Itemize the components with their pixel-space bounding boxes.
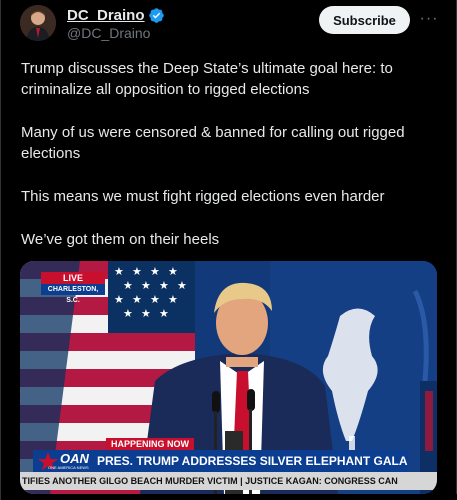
svg-text:★: ★ — [123, 307, 133, 320]
post-paragraph: This means we must fight rigged election… — [21, 188, 385, 205]
post-paragraph: We’ve got them on their heels — [21, 231, 220, 248]
network-name: OAN — [60, 451, 89, 466]
svg-text:★: ★ — [150, 293, 160, 306]
svg-text:★: ★ — [114, 293, 124, 306]
svg-text:★: ★ — [132, 293, 142, 306]
verified-badge-icon — [148, 7, 165, 24]
post-header: DC_Draino @DC_Draino Subscribe ··· — [1, 0, 457, 50]
svg-text:★: ★ — [141, 279, 151, 292]
live-label: LIVE — [41, 272, 105, 284]
post-card: DC_Draino @DC_Draino Subscribe ··· Trump… — [0, 0, 457, 500]
location-label: CHARLESTON, S.C. — [41, 284, 105, 304]
author-name-row[interactable]: DC_Draino — [67, 6, 165, 24]
author-handle[interactable]: @DC_Draino — [67, 25, 150, 41]
chyron-headline: PRES. TRUMP ADDRESSES SILVER ELEPHANT GA… — [93, 450, 408, 472]
network-logo: OAN ONE AMERICA NEWS — [33, 450, 93, 472]
svg-text:★: ★ — [132, 265, 142, 278]
live-badge: LIVE CHARLESTON, S.C. — [41, 272, 105, 304]
post-paragraph: Trump discusses the Deep State’s ultimat… — [21, 60, 393, 98]
network-subtitle: ONE AMERICA NEWS — [48, 465, 89, 470]
avatar[interactable] — [20, 5, 56, 41]
svg-text:★: ★ — [150, 265, 160, 278]
svg-text:★: ★ — [114, 265, 124, 278]
post-paragraph: Many of us were censored & banned for ca… — [21, 124, 405, 162]
svg-text:★: ★ — [177, 279, 187, 292]
svg-text:★: ★ — [168, 293, 178, 306]
divider — [1, 494, 457, 500]
more-options-icon[interactable]: ··· — [420, 9, 438, 29]
svg-text:★: ★ — [159, 279, 169, 292]
subscribe-button[interactable]: Subscribe — [319, 6, 410, 34]
svg-text:★: ★ — [123, 279, 133, 292]
author-display-name[interactable]: DC_Draino — [67, 7, 145, 24]
svg-text:★: ★ — [159, 307, 169, 320]
svg-text:★: ★ — [141, 307, 151, 320]
news-ticker: TIFIES ANOTHER GILGO BEACH MURDER VICTIM… — [20, 472, 437, 490]
svg-text:★: ★ — [168, 265, 178, 278]
video-thumbnail[interactable]: ★ ★ ★ ★ ★ ★ ★ ★ ★ ★ ★ ★ ★ ★ ★ LIVE CHARL… — [20, 261, 437, 494]
post-text: Trump discusses the Deep State’s ultimat… — [21, 58, 441, 272]
